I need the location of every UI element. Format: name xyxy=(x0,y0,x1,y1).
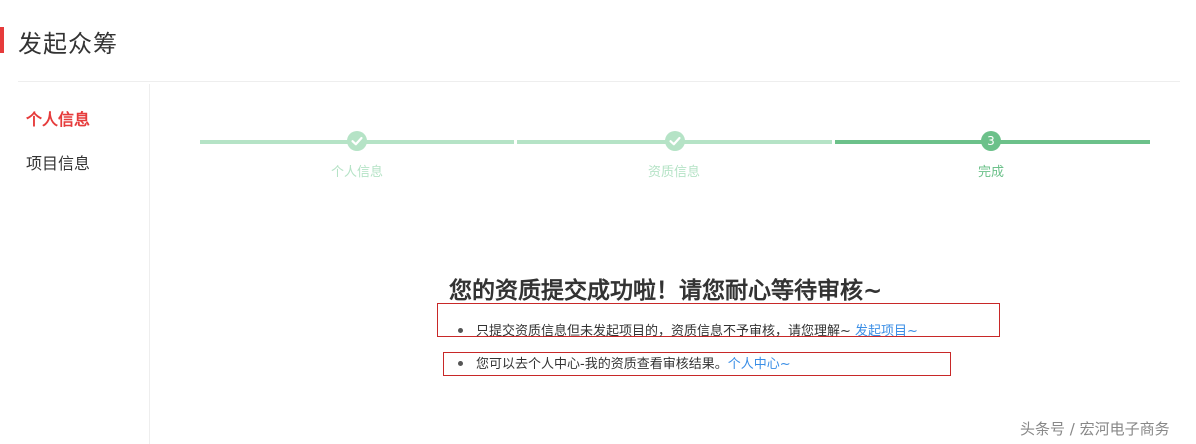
title-accent-bar xyxy=(0,27,4,53)
sidebar-item-personal-info[interactable]: 个人信息 xyxy=(26,106,90,130)
start-project-link[interactable]: 发起项目~ xyxy=(855,324,918,339)
watermark: 头条号 / 宏河电子商务 xyxy=(1020,420,1170,438)
bullet-dot-icon xyxy=(458,361,463,366)
step-1-label: 个人信息 xyxy=(330,165,383,180)
step-3-number: 3 xyxy=(981,131,1001,151)
note-2-text: 您可以去个人中心-我的资质查看审核结果。 xyxy=(476,357,728,372)
sidebar-item-project-info[interactable]: 项目信息 xyxy=(26,150,90,174)
header-divider xyxy=(18,81,1180,82)
personal-center-link[interactable]: 个人中心~ xyxy=(728,357,791,372)
step-2-label: 资质信息 xyxy=(647,165,700,180)
step-2-check-icon xyxy=(665,131,685,151)
page-title: 发起众筹 xyxy=(18,30,118,58)
note-1: 只提交资质信息但未发起项目的，资质信息不予审核，请您理解~ 发起项目~ xyxy=(458,320,918,339)
step-1-check-icon xyxy=(347,131,367,151)
sidebar-divider xyxy=(149,84,150,444)
note-1-text: 只提交资质信息但未发起项目的，资质信息不予审核，请您理解~ xyxy=(476,324,856,339)
note-2: 您可以去个人中心-我的资质查看审核结果。个人中心~ xyxy=(458,353,791,372)
success-headline: 您的资质提交成功啦！请您耐心等待审核~ xyxy=(449,278,883,304)
bullet-dot-icon xyxy=(458,328,463,333)
step-3-label: 完成 xyxy=(977,165,1004,180)
